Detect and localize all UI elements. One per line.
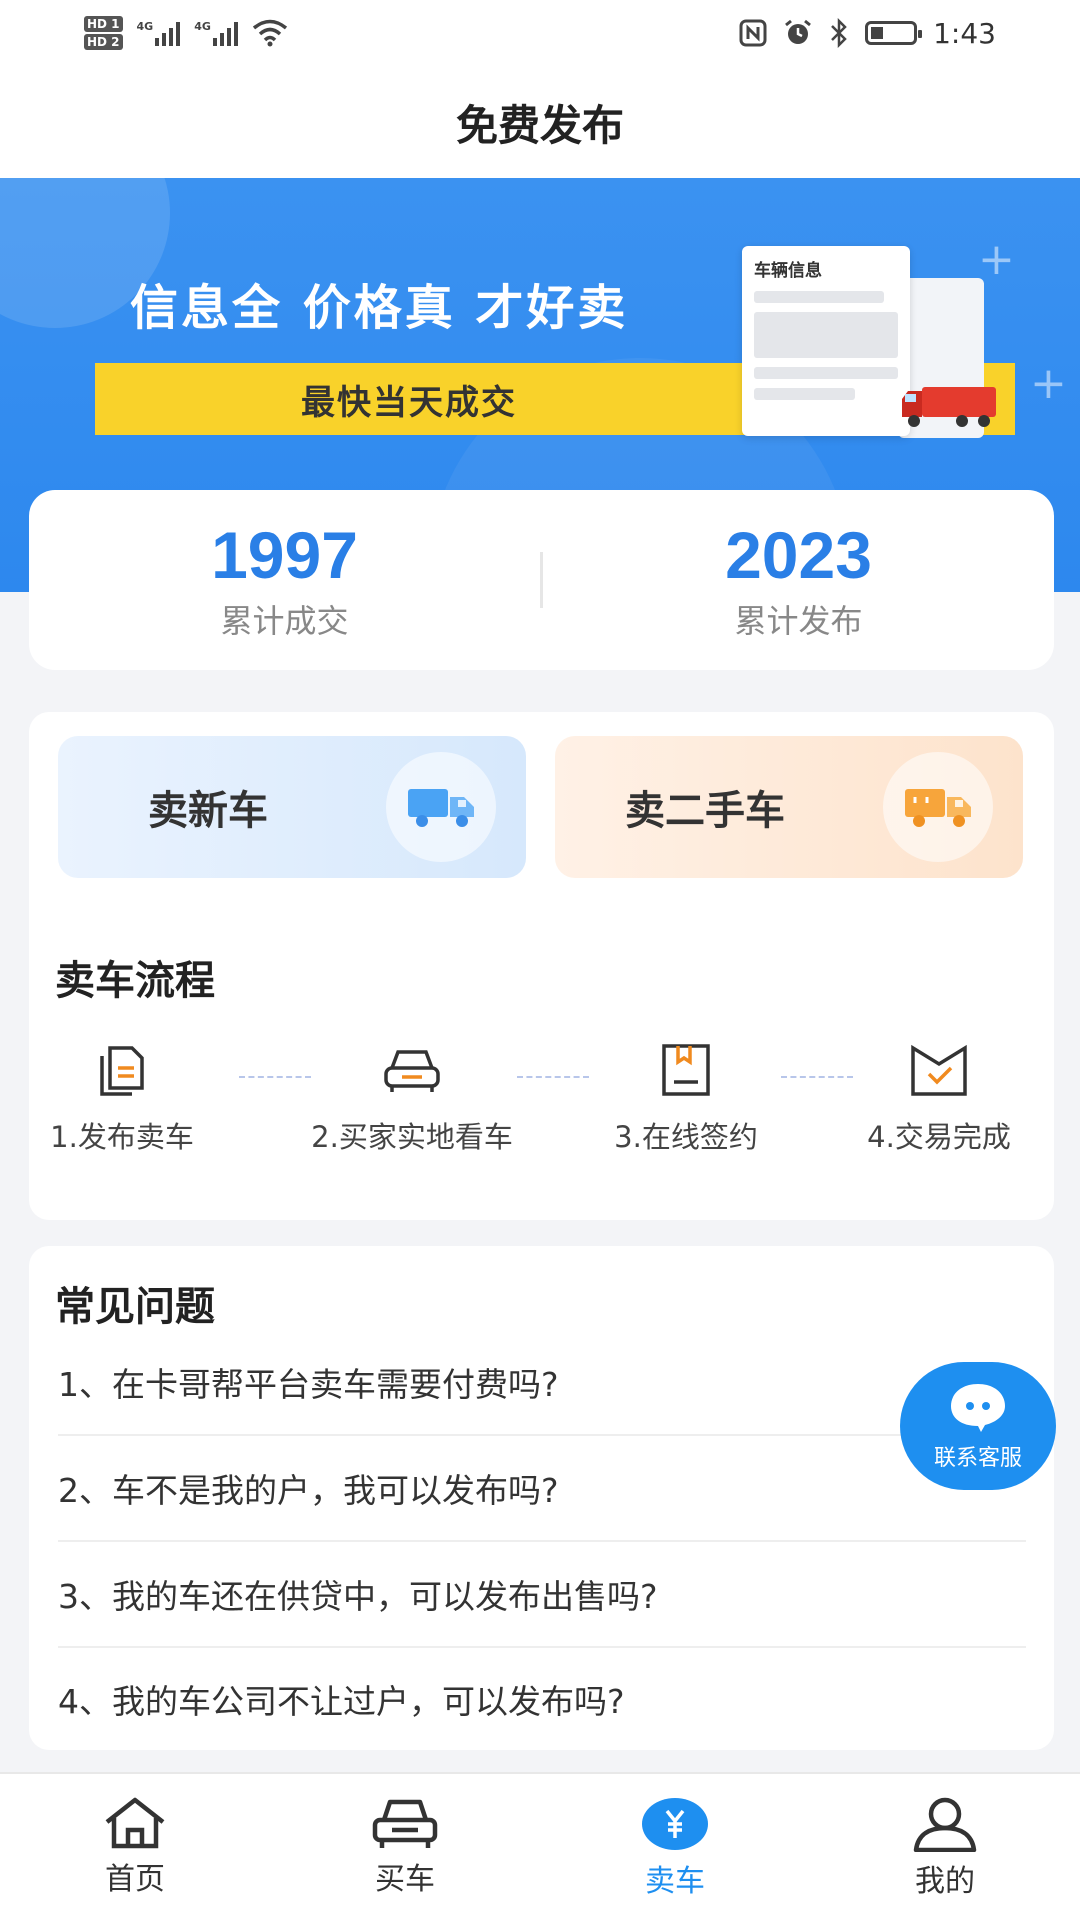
sell-card: 卖新车 卖二手车 卖车流程 1.发布卖车 2.买家实地看车 3.在线签约 4.交… [29, 712, 1054, 1220]
plus-decor-icon: + [1030, 358, 1067, 409]
car-icon [372, 1799, 438, 1848]
user-icon [913, 1797, 977, 1852]
tab-home[interactable]: 首页 [0, 1774, 270, 1920]
orange-truck-icon [883, 752, 993, 862]
tab-mine[interactable]: 我的 [810, 1774, 1080, 1920]
vehicle-info-card: 车辆信息 [742, 246, 910, 436]
status-right: 1:43 [739, 17, 996, 50]
signal-2-icon: 4G [194, 20, 238, 46]
chat-bot-icon [951, 1384, 1005, 1432]
banner-subline: 最快当天成交 [301, 382, 517, 423]
hd-badges: HD 1 HD 2 [84, 15, 123, 51]
process-step-3-label: 3.在线签约 [614, 1120, 758, 1154]
blue-truck-icon [386, 752, 496, 862]
hd2-badge: HD 2 [84, 34, 123, 50]
plus-decor-icon: + [978, 234, 1015, 285]
faq-title: 常见问题 [29, 1274, 215, 1332]
battery-icon [865, 21, 923, 45]
bottom-tab-bar: 首页 买车 卖车 我的 [0, 1772, 1080, 1920]
faq-item-text: 3、我的车还在供贷中，可以发布出售吗? [58, 1577, 658, 1616]
faq-item[interactable]: 3、我的车还在供贷中，可以发布出售吗? [58, 1542, 1026, 1648]
faq-item[interactable]: 1、在卡哥帮平台卖车需要付费吗? [58, 1330, 1026, 1436]
process-title: 卖车流程 [29, 948, 215, 1006]
tab-buy-car-label: 买车 [375, 1862, 435, 1897]
check-envelope-icon [911, 1044, 967, 1096]
car-icon [384, 1050, 440, 1092]
home-icon [105, 1797, 165, 1849]
tab-sell-car-label: 卖车 [645, 1864, 705, 1899]
status-left: HD 1 HD 2 4G 4G [84, 15, 288, 51]
contract-icon [662, 1044, 710, 1096]
tab-home-label: 首页 [105, 1862, 165, 1897]
sell-new-car-label: 卖新车 [148, 788, 268, 834]
process-steps: 1.发布卖车 2.买家实地看车 3.在线签约 4.交易完成 [29, 1042, 1054, 1172]
faq-item-text: 2、车不是我的户，我可以发布吗? [58, 1471, 559, 1510]
process-step-1-label: 1.发布卖车 [50, 1120, 194, 1154]
nfc-icon [739, 19, 767, 47]
process-step-4-label: 4.交易完成 [867, 1120, 1011, 1154]
process-step-4: 4.交易完成 [851, 1042, 1027, 1156]
page-title: 免费发布 [0, 66, 1080, 178]
faq-card: 常见问题 1、在卡哥帮平台卖车需要付费吗? 2、车不是我的户，我可以发布吗? 3… [29, 1246, 1054, 1750]
sell-used-car-label: 卖二手车 [625, 788, 785, 834]
process-step-3: 3.在线签约 [601, 1042, 771, 1156]
step-connector [517, 1076, 589, 1078]
vehicle-info-card-title: 车辆信息 [754, 261, 822, 281]
stat-deals-label: 累计成交 [220, 602, 349, 640]
stat-deals: 1997 累计成交 [29, 518, 540, 642]
network-type-1: 4G [136, 20, 154, 33]
customer-service-button[interactable]: 联系客服 [900, 1362, 1056, 1490]
stat-posts-value: 2023 [725, 518, 872, 592]
process-step-2: 2.买家实地看车 [297, 1042, 527, 1156]
customer-service-label: 联系客服 [933, 1446, 1022, 1471]
faq-item[interactable]: 4、我的车公司不让过户，可以发布吗? [58, 1646, 1026, 1752]
signal-1-icon: 4G [137, 20, 181, 46]
sell-used-car-button[interactable]: 卖二手车 [555, 736, 1023, 878]
faq-item[interactable]: 2、车不是我的户，我可以发布吗? [58, 1436, 1026, 1542]
network-type-2: 4G [194, 20, 211, 33]
process-step-2-label: 2.买家实地看车 [311, 1120, 513, 1154]
status-time: 1:43 [933, 16, 996, 50]
wifi-icon [252, 19, 288, 47]
banner-headline: 信息全 价格真 才好卖 [130, 280, 629, 336]
red-truck-icon [902, 387, 996, 427]
yen-icon [642, 1798, 708, 1850]
stat-deals-value: 1997 [211, 518, 358, 592]
bluetooth-icon [831, 18, 847, 48]
tab-sell-car[interactable]: 卖车 [540, 1774, 810, 1920]
document-icon [100, 1046, 144, 1096]
alarm-icon [785, 19, 812, 44]
stats-card: 1997 累计成交 2023 累计发布 [29, 490, 1054, 670]
process-step-1: 1.发布卖车 [47, 1042, 197, 1156]
faq-item-text: 1、在卡哥帮平台卖车需要付费吗? [58, 1365, 559, 1404]
stat-posts: 2023 累计发布 [543, 518, 1054, 642]
status-bar: HD 1 HD 2 4G 4G 1:43 [0, 0, 1080, 66]
tab-mine-label: 我的 [915, 1864, 975, 1899]
tab-buy-car[interactable]: 买车 [270, 1774, 540, 1920]
step-connector [781, 1076, 853, 1078]
sell-new-car-button[interactable]: 卖新车 [58, 736, 526, 878]
hd1-badge: HD 1 [84, 16, 123, 32]
stat-posts-label: 累计发布 [734, 602, 863, 640]
faq-item-text: 4、我的车公司不让过户，可以发布吗? [58, 1682, 625, 1721]
